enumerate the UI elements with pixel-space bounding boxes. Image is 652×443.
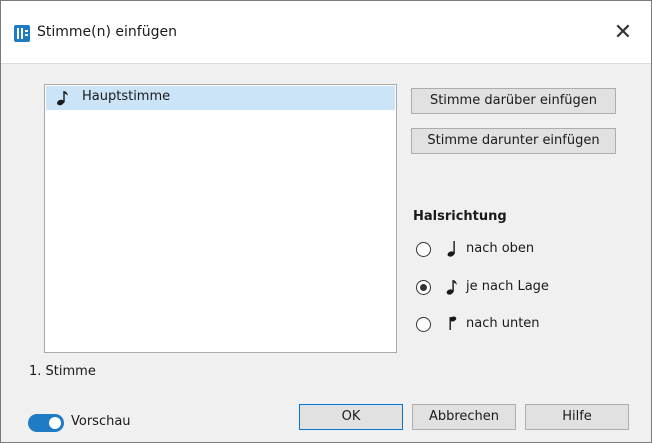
ok-button[interactable]: OK — [299, 404, 403, 430]
title-bar: Stimme(n) einfügen ✕ — [1, 1, 651, 63]
voice-count-label: 1. Stimme — [29, 364, 96, 379]
list-item-hauptstimme[interactable]: Hauptstimme — [46, 86, 395, 110]
preview-label: Vorschau — [71, 414, 131, 429]
radio-button[interactable] — [416, 242, 431, 257]
radio-label: nach oben — [466, 241, 535, 256]
close-button[interactable]: ✕ — [609, 19, 637, 47]
radio-stem-up[interactable]: nach oben — [416, 239, 616, 261]
toggle-knob — [49, 417, 61, 429]
stem-auto-note-icon — [446, 278, 458, 300]
preview-toggle[interactable] — [28, 414, 64, 432]
radio-stem-down[interactable]: nach unten — [416, 314, 616, 336]
stem-up-note-icon — [446, 240, 458, 262]
radio-label: nach unten — [466, 316, 540, 331]
stem-direction-heading: Halsrichtung — [413, 209, 507, 224]
radio-label: je nach Lage — [466, 279, 549, 294]
voice-list[interactable]: Hauptstimme — [44, 84, 397, 353]
insert-voice-dialog: Stimme(n) einfügen ✕ Hauptstimme Stimme … — [0, 0, 652, 443]
cancel-button[interactable]: Abbrechen — [412, 404, 516, 430]
insert-voice-above-button[interactable]: Stimme darüber einfügen — [411, 88, 616, 114]
help-button[interactable]: Hilfe — [525, 404, 629, 430]
radio-stem-auto[interactable]: je nach Lage — [416, 277, 616, 299]
dialog-body: Hauptstimme Stimme darüber einfügen Stim… — [1, 63, 651, 442]
radio-button[interactable] — [416, 317, 431, 332]
notation-app-icon — [14, 25, 30, 42]
radio-selected-dot — [420, 284, 427, 291]
dialog-title: Stimme(n) einfügen — [37, 24, 177, 40]
quarter-note-icon — [56, 89, 70, 111]
insert-voice-below-button[interactable]: Stimme darunter einfügen — [411, 128, 616, 154]
stem-down-note-icon — [446, 315, 458, 337]
radio-button[interactable] — [416, 280, 431, 295]
list-item-label: Hauptstimme — [82, 89, 171, 104]
